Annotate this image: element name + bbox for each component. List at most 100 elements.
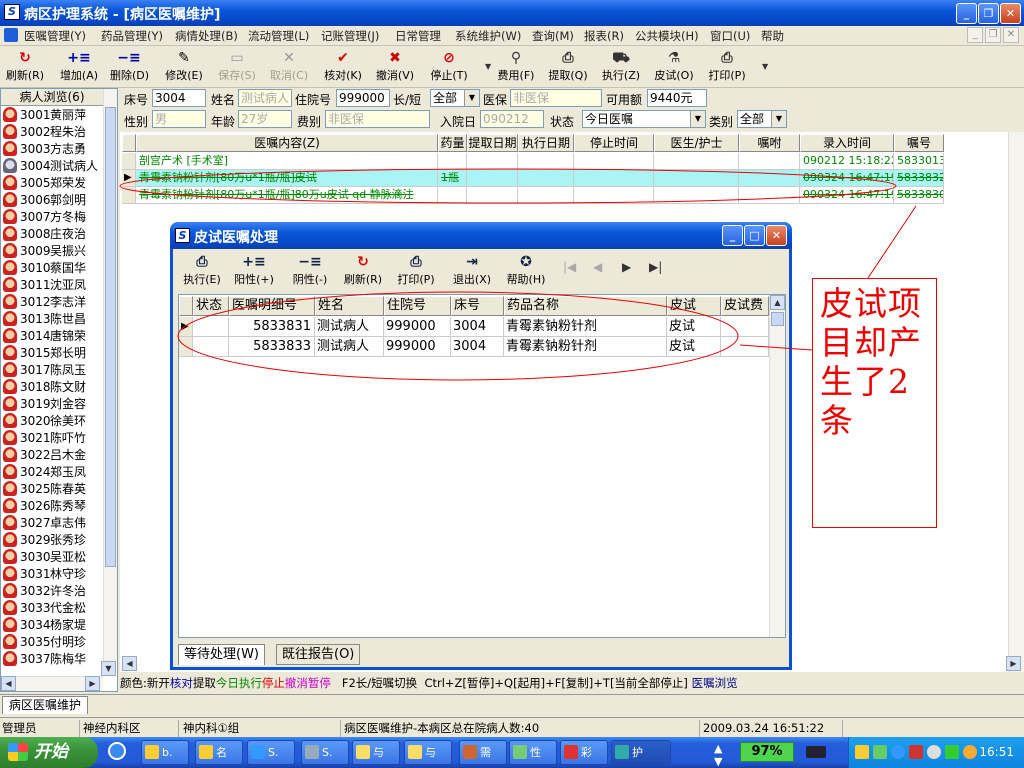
scroll-right-arrow[interactable]: ▶ bbox=[1006, 656, 1021, 671]
status-select[interactable]: 今日医嘱 ▼ bbox=[582, 110, 706, 128]
patient-list-item[interactable]: 3025陈春英 bbox=[3, 481, 101, 498]
age-field[interactable]: 27岁 bbox=[238, 110, 292, 128]
order-col-header[interactable]: 停止时间 bbox=[574, 134, 654, 152]
toolbar-btn-3[interactable]: ✎ 修改(E) bbox=[164, 49, 204, 86]
menu-window[interactable]: 窗口(U) bbox=[710, 28, 750, 44]
toolbar-btn-4[interactable]: ▭ 保存(S) bbox=[217, 49, 257, 86]
patient-list-item[interactable]: 3008庄夜治 bbox=[3, 226, 101, 243]
patient-list-scrollbar[interactable] bbox=[103, 89, 117, 661]
order-cell-doctor[interactable] bbox=[654, 187, 739, 204]
chevron-down-icon[interactable]: ▼ bbox=[464, 90, 479, 106]
toolbar-btn-9[interactable]: ⚲ 费用(F) bbox=[494, 49, 538, 86]
mdi-minimize-button[interactable]: _ bbox=[967, 27, 983, 43]
taskbar-window-button[interactable]: 需 bbox=[459, 740, 507, 765]
dialog-toolbar-btn-1[interactable]: +≡ 阳性(+) bbox=[231, 254, 277, 290]
patient-list-item[interactable]: 3027卓志伟 bbox=[3, 515, 101, 532]
available-field[interactable]: 9440元 bbox=[647, 89, 707, 107]
dialog-toolbar-btn-6[interactable]: ✪ 帮助(H) bbox=[503, 254, 549, 290]
taskbar-window-button[interactable]: 名 bbox=[195, 740, 243, 765]
chevron-down-icon[interactable]: ▼ bbox=[771, 111, 786, 127]
start-button[interactable]: 开始 bbox=[0, 737, 98, 768]
order-cell-extract[interactable] bbox=[467, 187, 518, 204]
dialog-maximize-button[interactable]: □ bbox=[744, 225, 765, 246]
skin-col-header[interactable]: 状态 bbox=[193, 296, 229, 316]
taskbar-window-button[interactable]: 与 bbox=[404, 740, 452, 765]
scroll-up-arrow[interactable]: ▲ bbox=[770, 295, 785, 310]
skin-grid-scrollbar[interactable]: ▲ bbox=[769, 295, 785, 637]
order-cell-exec[interactable] bbox=[518, 170, 574, 187]
order-cell-content[interactable]: 剖宫产术 [手术室] bbox=[136, 153, 438, 170]
patient-list-item[interactable]: 3020徐美环 bbox=[3, 413, 101, 430]
battery-indicator[interactable]: 97% bbox=[740, 742, 794, 762]
patient-list-item[interactable]: 3012李志洋 bbox=[3, 294, 101, 311]
toolbar-btn-1[interactable]: +≡ 增加(A) bbox=[57, 49, 101, 86]
patient-list-item[interactable]: 3001黄丽萍 bbox=[3, 107, 101, 124]
toolbar-btn-10[interactable]: ⎙ 提取(Q) bbox=[548, 49, 588, 86]
toolbar-btn-5[interactable]: ✕ 取消(C) bbox=[269, 49, 309, 86]
order-cell-exec[interactable] bbox=[518, 153, 574, 170]
skin-col-header[interactable]: 医嘱明细号 bbox=[229, 296, 315, 316]
patient-list-item[interactable]: 3033代金松 bbox=[3, 600, 101, 617]
skin-col-header[interactable]: 皮试费 bbox=[721, 296, 769, 316]
patient-list-item[interactable]: 3034杨家堤 bbox=[3, 617, 101, 634]
order-cell-extract[interactable] bbox=[467, 153, 518, 170]
toolbar-btn-2[interactable]: −≡ 删除(D) bbox=[110, 49, 149, 86]
scroll-right-arrow[interactable]: ▶ bbox=[85, 676, 100, 691]
scroll-thumb[interactable] bbox=[771, 312, 784, 326]
toolbar-btn-7[interactable]: ✖ 撤消(V) bbox=[375, 49, 415, 86]
dialog-toolbar-btn-5[interactable]: ⇥ 退出(X) bbox=[449, 254, 495, 290]
tray-icon[interactable] bbox=[891, 745, 905, 759]
order-cell-doctor[interactable] bbox=[654, 170, 739, 187]
row-indicator[interactable] bbox=[122, 153, 136, 170]
admission-field[interactable]: 999000 bbox=[336, 89, 390, 107]
menu-drugs[interactable]: 药品管理(Y) bbox=[101, 28, 163, 44]
order-cell-content[interactable]: 青霉素钠粉针剂[80万u*1瓶/瓶]80万u皮试 qd 静脉滴注 bbox=[136, 187, 438, 204]
patient-list-item[interactable]: 3035付明珍 bbox=[3, 634, 101, 651]
skin-col-header[interactable]: 姓名 bbox=[315, 296, 384, 316]
order-cell-time[interactable]: 090324 16:47:19 bbox=[800, 170, 894, 187]
menu-help[interactable]: 帮助 bbox=[761, 28, 784, 44]
toolbar-btn-0[interactable]: ↻ 刷新(R) bbox=[3, 49, 47, 86]
order-cell-stop[interactable] bbox=[574, 170, 654, 187]
patient-list-item[interactable]: 3032许冬治 bbox=[3, 583, 101, 600]
order-col-header[interactable]: 医嘱内容(Z) bbox=[136, 134, 438, 152]
skin-cell-fee[interactable] bbox=[721, 337, 769, 357]
skin-col-header[interactable]: 床号 bbox=[451, 296, 504, 316]
skin-col-header[interactable]: 皮试 bbox=[667, 296, 721, 316]
scroll-left-arrow[interactable]: ◀ bbox=[122, 656, 137, 671]
order-col-header[interactable]: 药量 bbox=[438, 134, 467, 152]
chevron-down-icon[interactable]: ▼ bbox=[690, 111, 705, 127]
patient-list-item[interactable]: 3031林守珍 bbox=[3, 566, 101, 583]
row-indicator[interactable] bbox=[179, 337, 193, 357]
patient-list-item[interactable]: 3019刘金容 bbox=[3, 396, 101, 413]
insurance-field[interactable]: 非医保 bbox=[510, 89, 602, 107]
patient-list-item[interactable]: 3015郑长明 bbox=[3, 345, 101, 362]
patient-list-item[interactable]: 3002程朱治 bbox=[3, 124, 101, 141]
patient-list-item[interactable]: 3029张秀珍 bbox=[3, 532, 101, 549]
skin-cell-detail_no[interactable]: 5833831 bbox=[229, 317, 315, 337]
tab-history-report[interactable]: 既往报告(O) bbox=[276, 644, 361, 665]
skin-cell-name[interactable]: 测试病人 bbox=[315, 337, 384, 357]
taskbar-window-button[interactable]: 彩 bbox=[560, 740, 608, 765]
skin-cell-status[interactable] bbox=[193, 337, 229, 357]
order-cell-time[interactable]: 090212 15:18:22 bbox=[800, 153, 894, 170]
patient-list-item[interactable]: 3011沈亚凤 bbox=[3, 277, 101, 294]
order-cell-no[interactable]: 5833013 bbox=[894, 153, 944, 170]
patient-list-item[interactable]: 3013陈世昌 bbox=[3, 311, 101, 328]
tray-icon[interactable] bbox=[855, 745, 869, 759]
skin-cell-fee[interactable] bbox=[721, 317, 769, 337]
sex-field[interactable]: 男 bbox=[152, 110, 206, 128]
skin-cell-test[interactable]: 皮试 bbox=[667, 317, 721, 337]
tray-icon[interactable] bbox=[945, 745, 959, 759]
order-cell-no[interactable]: 5833832 bbox=[894, 170, 944, 187]
dialog-title-bar[interactable]: S 皮试医嘱处理 _ □ ✕ bbox=[170, 222, 792, 249]
first-record-button[interactable]: |◀ bbox=[563, 260, 576, 274]
dialog-close-button[interactable]: ✕ bbox=[766, 225, 787, 246]
skin-col-header[interactable]: 药品名称 bbox=[504, 296, 667, 316]
fee-field[interactable]: 非医保 bbox=[325, 110, 430, 128]
toolbar-btn-8[interactable]: ⊘ 停止(T) bbox=[429, 49, 469, 86]
patient-list-item[interactable]: 3007方冬梅 bbox=[3, 209, 101, 226]
bed-field[interactable]: 3004 bbox=[152, 89, 206, 107]
name-field[interactable]: 测试病人 bbox=[238, 89, 292, 107]
tab-order-maintenance[interactable]: 病区医嘱维护 bbox=[2, 696, 89, 714]
